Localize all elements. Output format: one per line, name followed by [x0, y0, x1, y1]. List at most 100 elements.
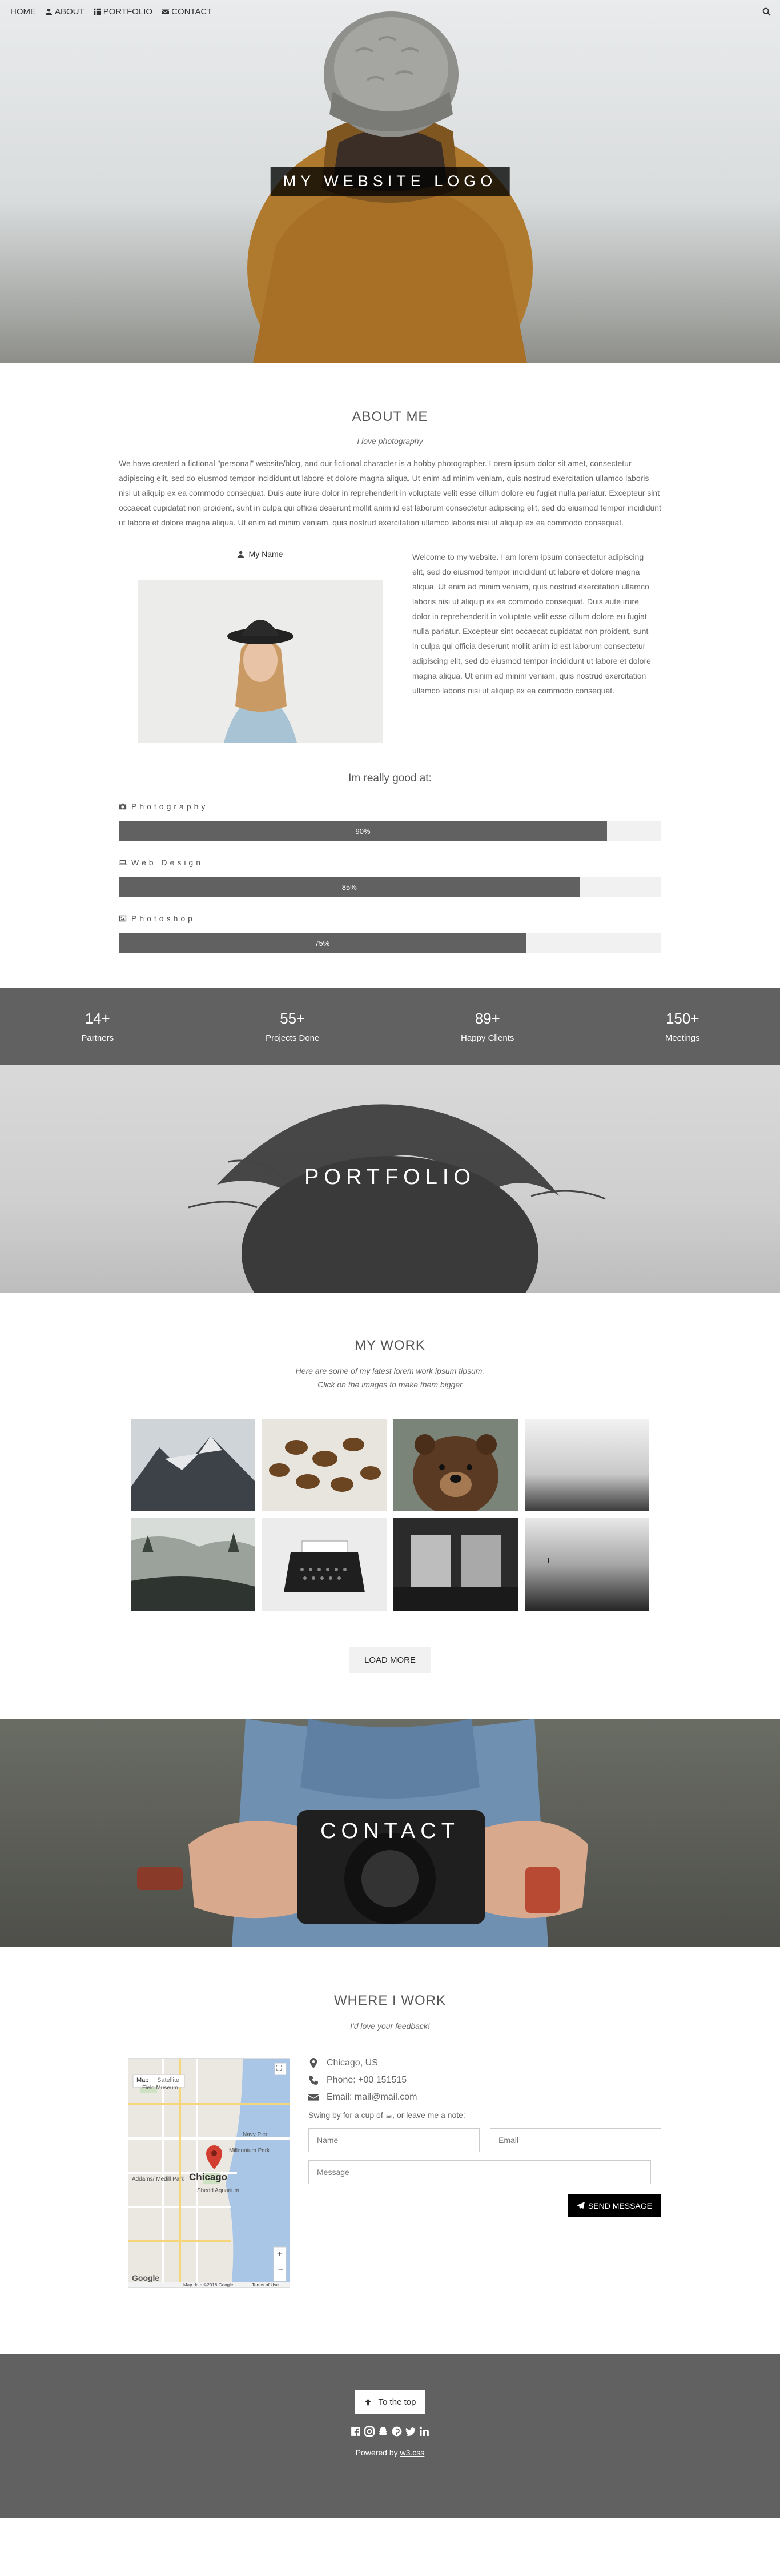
- powered-by: Powered by w3.css: [356, 2448, 425, 2457]
- contact-form-row: [308, 2128, 661, 2152]
- to-top-button[interactable]: To the top: [355, 2390, 425, 2414]
- map-zoom-in-button[interactable]: +: [277, 2249, 282, 2259]
- map-google-logo: Google: [132, 2273, 160, 2282]
- stat-meetings-number: 150+: [665, 1010, 699, 1027]
- about-text: We have created a fictional "personal" w…: [119, 459, 661, 527]
- about-row: My Name Welcome to my website. I am lore…: [119, 549, 661, 743]
- laptop-icon: [119, 860, 127, 865]
- contact-location: Chicago, US: [308, 2058, 661, 2068]
- contact-banner-title: CONTACT: [320, 1819, 460, 1843]
- work-subtitle-2: Click on the images to make them bigger: [317, 1380, 463, 1389]
- skill-webdesign: Web Design 85%: [119, 858, 661, 897]
- photo-fog[interactable]: [525, 1419, 649, 1511]
- pinterest-icon[interactable]: [392, 2426, 402, 2437]
- contact-section: WHERE I WORK I'd love your feedback! Map…: [0, 1947, 780, 2288]
- stats-bar: 14+ Partners 55+ Projects Done 89+ Happy…: [0, 988, 780, 1065]
- contact-row: Map Satellite ⛶ Chicago Field Museum Nav…: [119, 2058, 661, 2288]
- map-marker-icon: [309, 2058, 317, 2068]
- contact-phone-text: Phone: +00 151515: [327, 2075, 407, 2085]
- photo-icon: [119, 915, 127, 922]
- map-label-city: Chicago: [189, 2172, 228, 2182]
- contact-title: WHERE I WORK: [334, 1993, 446, 2008]
- phone-icon: [309, 2076, 318, 2085]
- work-subtitle-1: Here are some of my latest lorem work ip…: [295, 1366, 485, 1375]
- contact-email: Email: mail@mail.com: [308, 2092, 661, 2102]
- instagram-icon[interactable]: [364, 2426, 375, 2437]
- stat-clients: 89+ Happy Clients: [390, 988, 585, 1065]
- skill-photoshop-label: Photoshop: [119, 914, 661, 923]
- map-label-field-museum: Field Museum: [142, 2085, 178, 2091]
- skill-photography-text: Photography: [131, 802, 208, 811]
- contact-info: Chicago, US Phone: +00 151515 Email: mai…: [290, 2058, 661, 2288]
- stat-partners: 14+ Partners: [0, 988, 195, 1065]
- portfolio-banner-title: PORTFOLIO: [304, 1165, 476, 1189]
- skill-photography-fill: 90%: [119, 821, 607, 841]
- welcome-text: Welcome to my website. I am lorem ipsum …: [412, 552, 651, 695]
- profile-name-label: My Name: [248, 549, 283, 559]
- about-profile: My Name: [119, 549, 389, 743]
- about-title: ABOUT ME: [352, 409, 428, 424]
- navbar: HOME ABOUT PORTFOLIO CONTACT: [0, 0, 780, 23]
- photo-grid: [119, 1419, 661, 1611]
- map-terms-link[interactable]: Terms of Use: [252, 2282, 279, 2287]
- nav-contact[interactable]: CONTACT: [157, 7, 216, 17]
- map-tab-satellite[interactable]: Satellite: [157, 2077, 179, 2084]
- hero-banner: MY WEBSITE LOGO: [0, 0, 780, 363]
- map-tab-map[interactable]: Map: [136, 2077, 148, 2084]
- map-zoom-out-button[interactable]: −: [278, 2265, 283, 2275]
- stat-clients-number: 89+: [475, 1010, 500, 1027]
- photo-coffee[interactable]: [262, 1419, 387, 1511]
- th-icon: [93, 8, 101, 15]
- snapchat-icon[interactable]: [378, 2426, 388, 2437]
- stat-clients-label: Happy Clients: [461, 1033, 514, 1043]
- facebook-icon[interactable]: [351, 2426, 361, 2437]
- photo-typewriter[interactable]: [262, 1518, 387, 1611]
- footer: To the top Powered by w3.css: [0, 2354, 780, 2518]
- message-input[interactable]: [308, 2160, 651, 2184]
- send-message-label: SEND MESSAGE: [588, 2201, 652, 2210]
- map-label-shedd-aquarium: Shedd Aquarium: [197, 2188, 239, 2194]
- photo-beach[interactable]: [525, 1518, 649, 1611]
- user-icon: [237, 551, 244, 558]
- social-links: [351, 2426, 429, 2437]
- nav-portfolio[interactable]: PORTFOLIO: [89, 7, 157, 17]
- contact-phone: Phone: +00 151515: [308, 2075, 661, 2085]
- nav-about-label: ABOUT: [55, 6, 85, 17]
- photo-forest[interactable]: [131, 1518, 255, 1611]
- arrow-up-icon: [364, 2398, 371, 2406]
- contact-note: Swing by for a cup of ☕, or leave me a n…: [308, 2110, 465, 2120]
- contact-email-text: Email: mail@mail.com: [327, 2092, 417, 2102]
- to-top-label: To the top: [378, 2397, 416, 2407]
- paper-plane-icon: [576, 2202, 585, 2210]
- send-message-button[interactable]: SEND MESSAGE: [567, 2194, 661, 2217]
- stat-projects-label: Projects Done: [266, 1033, 320, 1043]
- map-label-navy-pier: Navy Pier: [243, 2132, 268, 2138]
- w3css-link[interactable]: w3.css: [400, 2448, 425, 2457]
- search-button[interactable]: [758, 7, 774, 16]
- skill-webdesign-fill: 85%: [119, 877, 580, 897]
- powered-by-prefix: Powered by: [355, 2448, 400, 2457]
- photo-window[interactable]: [393, 1518, 518, 1611]
- name-input[interactable]: [308, 2128, 480, 2152]
- stat-partners-number: 14+: [85, 1010, 110, 1027]
- stat-meetings: 150+ Meetings: [585, 988, 780, 1065]
- skills-title: Im really good at:: [348, 772, 432, 784]
- nav-contact-label: CONTACT: [171, 6, 212, 17]
- load-more-button[interactable]: LOAD MORE: [349, 1647, 431, 1673]
- skill-photoshop-text: Photoshop: [131, 914, 195, 923]
- email-input[interactable]: [490, 2128, 661, 2152]
- contact-banner: CONTACT: [0, 1719, 780, 1947]
- twitter-icon[interactable]: [405, 2426, 416, 2437]
- photo-bear[interactable]: [393, 1419, 518, 1511]
- photo-mountains[interactable]: [131, 1419, 255, 1511]
- about-section: ABOUT ME I love photography We have crea…: [0, 363, 780, 953]
- nav-about[interactable]: ABOUT: [41, 7, 89, 17]
- stat-meetings-label: Meetings: [665, 1033, 700, 1043]
- google-map[interactable]: Map Satellite ⛶ Chicago Field Museum Nav…: [128, 2058, 290, 2288]
- about-subtitle: I love photography: [357, 436, 423, 446]
- nav-home[interactable]: HOME: [6, 7, 41, 17]
- map-fullscreen-icon[interactable]: ⛶: [276, 2064, 282, 2073]
- linkedin-icon[interactable]: [419, 2426, 429, 2437]
- work-section: MY WORK Here are some of my latest lorem…: [0, 1293, 780, 1673]
- profile-photo: [138, 580, 383, 743]
